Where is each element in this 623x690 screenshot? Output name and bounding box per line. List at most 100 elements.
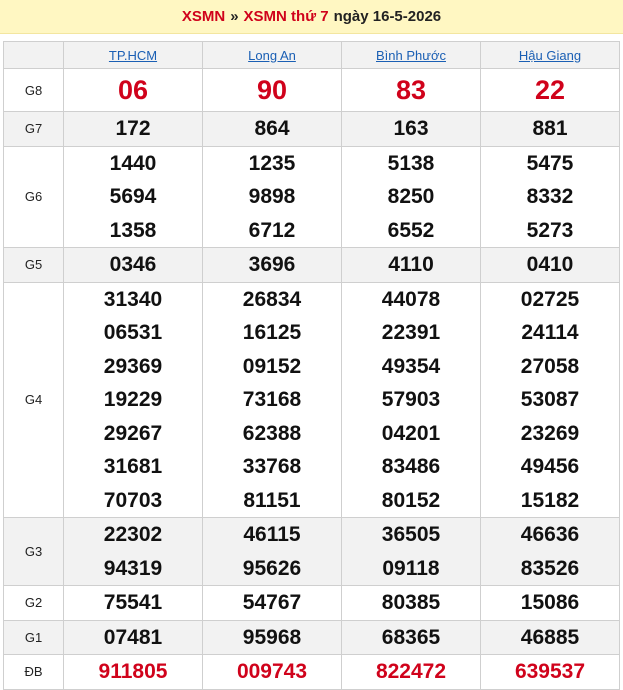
result-number: 5273 <box>526 218 574 242</box>
result-number: 49354 <box>381 354 441 378</box>
province-link-binh-phuoc[interactable]: Bình Phước <box>376 48 446 63</box>
result-number: 1358 <box>109 218 157 242</box>
result-number: 8332 <box>526 185 574 208</box>
result-number: 80152 <box>381 488 441 512</box>
result-cell: 172 <box>63 111 203 147</box>
result-number: 29369 <box>103 354 163 378</box>
result-cell: 75541 <box>63 585 203 621</box>
result-number: 22 <box>534 75 566 105</box>
result-number: 75541 <box>103 591 163 614</box>
result-number: 07481 <box>103 625 163 649</box>
province-link-hau-giang[interactable]: Hậu Giang <box>519 48 581 63</box>
draw-date: ngày 16-5-2026 <box>333 8 442 25</box>
result-number: 26834 <box>242 287 302 311</box>
result-number: 36505 <box>381 523 441 546</box>
result-number: 06 <box>117 75 149 105</box>
result-cell: 0346 <box>63 247 203 283</box>
result-cell: 911805 <box>63 654 203 690</box>
result-cell: 46115 95626 <box>202 517 342 586</box>
result-number: 46636 <box>520 523 580 546</box>
result-number: 639537 <box>514 660 586 683</box>
result-cell: 639537 <box>480 654 620 690</box>
xsmn-link[interactable]: XSMN <box>182 8 225 25</box>
result-number: 911805 <box>98 660 168 683</box>
result-number: 02725 <box>520 287 580 311</box>
result-number: 0410 <box>526 253 574 276</box>
prize-label: G4 <box>3 281 64 518</box>
result-number: 70703 <box>103 488 163 512</box>
results-header: XSMN » XSMN thứ 7 ngày 16-5-2026 <box>0 0 623 34</box>
result-number: 172 <box>115 117 151 140</box>
result-number: 1440 <box>109 151 157 175</box>
result-number: 31681 <box>103 455 163 478</box>
result-cell: 22 <box>480 68 620 112</box>
prize-row-g6: G6 1440 5694 1358 1235 9898 6712 5138 8250 6552 54… <box>3 145 620 248</box>
result-number: 1235 <box>248 151 296 175</box>
result-cell: 1235 9898 6712 <box>202 145 342 248</box>
corner-cell <box>3 41 64 69</box>
result-number: 46115 <box>243 523 301 546</box>
prize-label: G8 <box>3 68 64 112</box>
province-link-tphcm[interactable]: TP.HCM <box>109 48 157 63</box>
result-number: 83526 <box>520 556 580 580</box>
xsmn-saturday-link[interactable]: XSMN thứ 7 <box>244 8 329 25</box>
result-number: 9898 <box>248 185 296 208</box>
result-cell: 5475 8332 5273 <box>480 145 620 248</box>
result-cell: 31340 06531 29369 19229 29267 31681 70703 <box>63 281 203 518</box>
result-cell: 80385 <box>341 585 481 621</box>
result-number: 33768 <box>242 455 302 478</box>
prize-row-g2: G2 75541 54767 80385 15086 <box>3 585 620 621</box>
breadcrumb-separator: » <box>230 8 239 25</box>
prize-row-g4: G4 31340 06531 29369 19229 29267 31681 70703 268… <box>3 281 620 518</box>
result-number: 16125 <box>242 321 302 344</box>
prize-row-g7: G7 172 864 163 881 <box>3 111 620 147</box>
result-number: 009743 <box>236 660 308 683</box>
result-cell: 44078 22391 49354 57903 04201 83486 80152 <box>341 281 481 518</box>
result-number: 19229 <box>103 388 163 411</box>
result-number: 94319 <box>103 556 163 580</box>
result-cell: 822472 <box>341 654 481 690</box>
result-cell: 1440 5694 1358 <box>63 145 203 248</box>
province-header: TP.HCM <box>63 41 203 69</box>
result-number: 6712 <box>248 218 296 242</box>
province-header-row: TP.HCM Long An Bình Phước Hậu Giang <box>3 41 620 69</box>
result-number: 4110 <box>388 253 434 276</box>
result-cell: 009743 <box>202 654 342 690</box>
province-link-long-an[interactable]: Long An <box>248 48 296 63</box>
prize-label: G5 <box>3 247 64 283</box>
result-cell: 95968 <box>202 619 342 655</box>
result-cell: 68365 <box>341 619 481 655</box>
result-number: 29267 <box>103 421 163 445</box>
result-cell: 22302 94319 <box>63 517 203 586</box>
result-number: 09152 <box>242 354 302 378</box>
result-number: 81151 <box>243 488 301 512</box>
prize-row-g5: G5 0346 3696 4110 0410 <box>3 247 620 283</box>
result-number: 27058 <box>520 354 580 378</box>
result-number: 54767 <box>242 591 302 614</box>
result-number: 23269 <box>520 421 580 445</box>
result-cell: 26834 16125 09152 73168 62388 33768 81151 <box>202 281 342 518</box>
result-number: 5138 <box>387 151 435 175</box>
result-number: 3696 <box>248 253 296 276</box>
result-cell: 54767 <box>202 585 342 621</box>
result-cell: 4110 <box>341 247 481 283</box>
prize-label: ĐB <box>3 654 64 690</box>
result-cell: 864 <box>202 111 342 147</box>
prize-row-g3: G3 22302 94319 46115 95626 36505 09118 46636 835… <box>3 517 620 586</box>
result-number: 881 <box>532 117 568 140</box>
result-number: 22391 <box>381 321 441 344</box>
result-cell: 163 <box>341 111 481 147</box>
result-number: 5475 <box>526 151 574 175</box>
result-cell: 15086 <box>480 585 620 621</box>
result-number: 15086 <box>520 591 580 614</box>
prize-label: G3 <box>3 517 64 586</box>
result-number: 44078 <box>381 287 441 311</box>
result-number: 53087 <box>520 388 580 411</box>
result-cell: 881 <box>480 111 620 147</box>
result-number: 8250 <box>387 185 435 208</box>
result-cell: 02725 24114 27058 53087 23269 49456 15182 <box>480 281 620 518</box>
prize-row-g1: G1 07481 95968 68365 46885 <box>3 619 620 655</box>
result-number: 5694 <box>109 185 157 208</box>
result-cell: 3696 <box>202 247 342 283</box>
result-number: 15182 <box>520 488 580 512</box>
